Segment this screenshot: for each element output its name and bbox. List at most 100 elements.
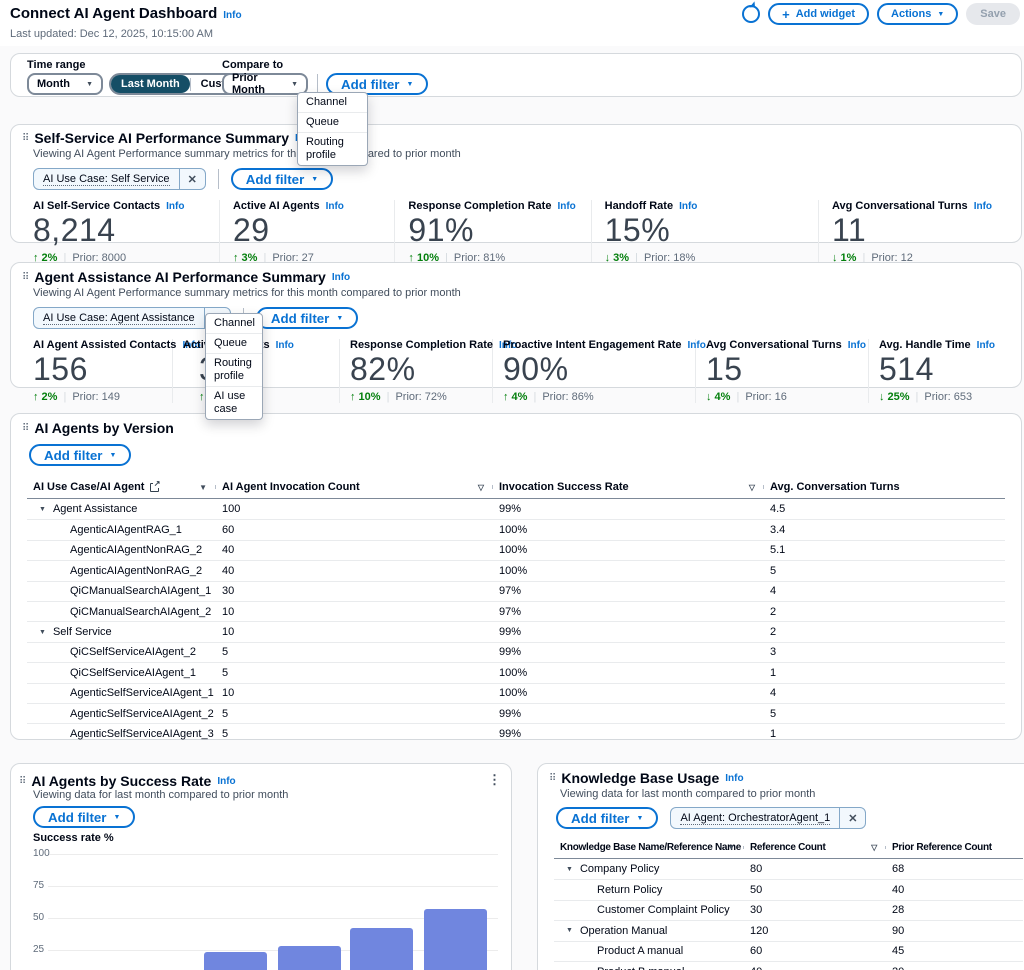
- external-link-icon[interactable]: [150, 483, 159, 492]
- remove-filter-icon[interactable]: ✕: [839, 808, 865, 828]
- column-header-1[interactable]: AI Use Case/AI Agent▼: [27, 481, 216, 493]
- menu-item-routing-profile[interactable]: Routing profile: [298, 132, 367, 165]
- row-name-cell: AgenticSelfServiceAIAgent_2: [27, 708, 216, 720]
- metric-info-link[interactable]: Info: [557, 201, 575, 212]
- menu-item-queue[interactable]: Queue: [206, 333, 262, 353]
- table-row: Return Policy5040: [554, 879, 1023, 899]
- column-header-1[interactable]: Knowledge Base Name/Reference Name▼: [554, 842, 744, 853]
- collapse-caret-icon[interactable]: ▼: [39, 629, 46, 636]
- page-title-text: Connect AI Agent Dashboard: [10, 5, 217, 22]
- metric-label-text: Handoff Rate: [605, 200, 673, 212]
- add-widget-button[interactable]: +Add widget: [768, 3, 869, 25]
- menu-item-channel[interactable]: Channel: [298, 93, 367, 112]
- header-actions: +Add widget Actions▼ Save: [742, 3, 1020, 25]
- metric-label: Response Completion RateInfo: [350, 339, 492, 351]
- metric-info-link[interactable]: Info: [326, 201, 344, 212]
- row-value-cell: 99%: [493, 708, 764, 720]
- column-header-2[interactable]: Reference Count▽: [744, 842, 886, 853]
- metric-trend: ↓ 25%|Prior: 653: [879, 391, 995, 403]
- row-name-text: AgenticSelfServiceAIAgent_3: [70, 728, 214, 740]
- row-value-cell: 1: [764, 667, 1005, 679]
- kebab-menu-icon[interactable]: ⋮: [488, 772, 501, 788]
- add-filter-button[interactable]: Add filter▼: [33, 806, 135, 828]
- chevron-down-icon: ▼: [291, 81, 298, 88]
- metric-info-link[interactable]: Info: [848, 340, 866, 351]
- section-info-link[interactable]: Info: [217, 776, 235, 787]
- metric-label: Active AI Agents Info: [233, 200, 394, 212]
- table-row: AgenticSelfServiceAIAgent_2599%5: [27, 703, 1005, 723]
- column-header-3[interactable]: Prior Reference Count: [886, 842, 1023, 853]
- chevron-down-icon: ▼: [937, 11, 944, 18]
- menu-item-ai-use-case[interactable]: AI use case: [206, 386, 262, 419]
- drag-handle-icon[interactable]: ⠿: [549, 773, 556, 784]
- menu-item-routing-profile[interactable]: Routing profile: [206, 353, 262, 386]
- chevron-down-icon: ▼: [110, 452, 117, 459]
- column-header-2[interactable]: AI Agent Invocation Count▽: [216, 481, 493, 493]
- save-button[interactable]: Save: [966, 3, 1020, 25]
- y-axis-tick-label: 75: [33, 880, 59, 891]
- table-row: ▼Operation Manual12090: [554, 920, 1023, 940]
- add-filter-button[interactable]: Add filter▼: [556, 807, 658, 829]
- filter-icon[interactable]: ▼: [727, 843, 735, 852]
- segment-last-month[interactable]: Last Month: [111, 75, 190, 93]
- add-filter-button[interactable]: Add filter▼: [29, 444, 131, 466]
- filter-icon[interactable]: ▽: [478, 483, 484, 492]
- refresh-icon[interactable]: [742, 5, 760, 23]
- menu-item-queue[interactable]: Queue: [298, 112, 367, 132]
- row-name-text: AgenticSelfServiceAIAgent_2: [70, 708, 214, 720]
- row-value-cell: 5: [216, 667, 493, 679]
- row-name: ▼Company Policy: [560, 863, 744, 875]
- section-description: Viewing data for last month compared to …: [33, 789, 288, 801]
- metric-value: 514: [879, 352, 995, 386]
- add-filter-button[interactable]: Add filter▼: [256, 307, 358, 329]
- time-range-select[interactable]: Month▼: [27, 73, 103, 95]
- row-value-cell: 90: [886, 925, 1023, 937]
- trend-up-arrow-icon: ↑ 10%: [350, 391, 381, 403]
- column-header-3[interactable]: Invocation Success Rate▽: [493, 481, 764, 493]
- metric-info-link[interactable]: Info: [974, 201, 992, 212]
- menu-item-channel[interactable]: Channel: [206, 314, 262, 333]
- drag-handle-icon[interactable]: ⠿: [19, 776, 26, 787]
- filter-icon[interactable]: ▽: [749, 483, 755, 492]
- add-filter-button[interactable]: Add filter▼: [231, 168, 333, 190]
- row-name-text: Return Policy: [597, 884, 662, 896]
- metric-label-text: Active AI Agents: [233, 200, 320, 212]
- actions-button[interactable]: Actions▼: [877, 3, 958, 25]
- table-row: AgenticAIAgentNonRAG_240100%5.1: [27, 540, 1005, 560]
- title-info-link[interactable]: Info: [223, 10, 241, 21]
- metric-value: 90%: [503, 352, 695, 386]
- drag-handle-icon[interactable]: ⠿: [22, 423, 29, 434]
- filter-icon[interactable]: ▼: [199, 483, 207, 492]
- drag-handle-icon[interactable]: ⠿: [22, 133, 29, 144]
- drag-handle-icon[interactable]: ⠿: [22, 272, 29, 283]
- row-name: Product A manual: [560, 945, 744, 957]
- trend-down-arrow-icon: ↓ 25%: [879, 391, 910, 403]
- section-info-link[interactable]: Info: [332, 272, 350, 283]
- row-value-cell: 4.5: [764, 503, 1005, 515]
- metric-info-link[interactable]: Info: [977, 340, 995, 351]
- metric-label: AI Agent Assisted ContactsInfo: [33, 339, 172, 351]
- section-info-link[interactable]: Info: [725, 773, 743, 784]
- section-description: Viewing AI Agent Performance summary met…: [33, 287, 1005, 299]
- remove-filter-icon[interactable]: ✕: [179, 169, 205, 189]
- column-header-4[interactable]: Avg. Conversation Turns: [764, 481, 1005, 493]
- compare-to-select[interactable]: Prior Month▼: [222, 73, 308, 95]
- row-value-cell: 30: [216, 585, 493, 597]
- filter-token-label: AI Use Case: Agent Assistance: [43, 312, 195, 325]
- row-value-cell: 100%: [493, 524, 764, 536]
- metric-value: 82%: [350, 352, 492, 386]
- filter-token: AI Use Case: Agent Assistance ✕: [33, 307, 231, 329]
- collapse-caret-icon[interactable]: ▼: [566, 866, 573, 873]
- row-name-cell: Product B manual: [554, 966, 744, 970]
- metric-info-link[interactable]: Info: [688, 340, 706, 351]
- metric-info-link[interactable]: Info: [166, 201, 184, 212]
- metric-info-link[interactable]: Info: [276, 340, 294, 351]
- collapse-caret-icon[interactable]: ▼: [566, 927, 573, 934]
- chevron-down-icon: ▼: [86, 81, 93, 88]
- trend-up-arrow-icon: ↑: [199, 391, 205, 403]
- filter-icon[interactable]: ▽: [871, 843, 877, 852]
- metric-card: Response Completion RateInfo91%↑ 10%|Pri…: [408, 200, 591, 264]
- metric-info-link[interactable]: Info: [679, 201, 697, 212]
- collapse-caret-icon[interactable]: ▼: [39, 506, 46, 513]
- row-name-cell: ▼Operation Manual: [554, 925, 744, 937]
